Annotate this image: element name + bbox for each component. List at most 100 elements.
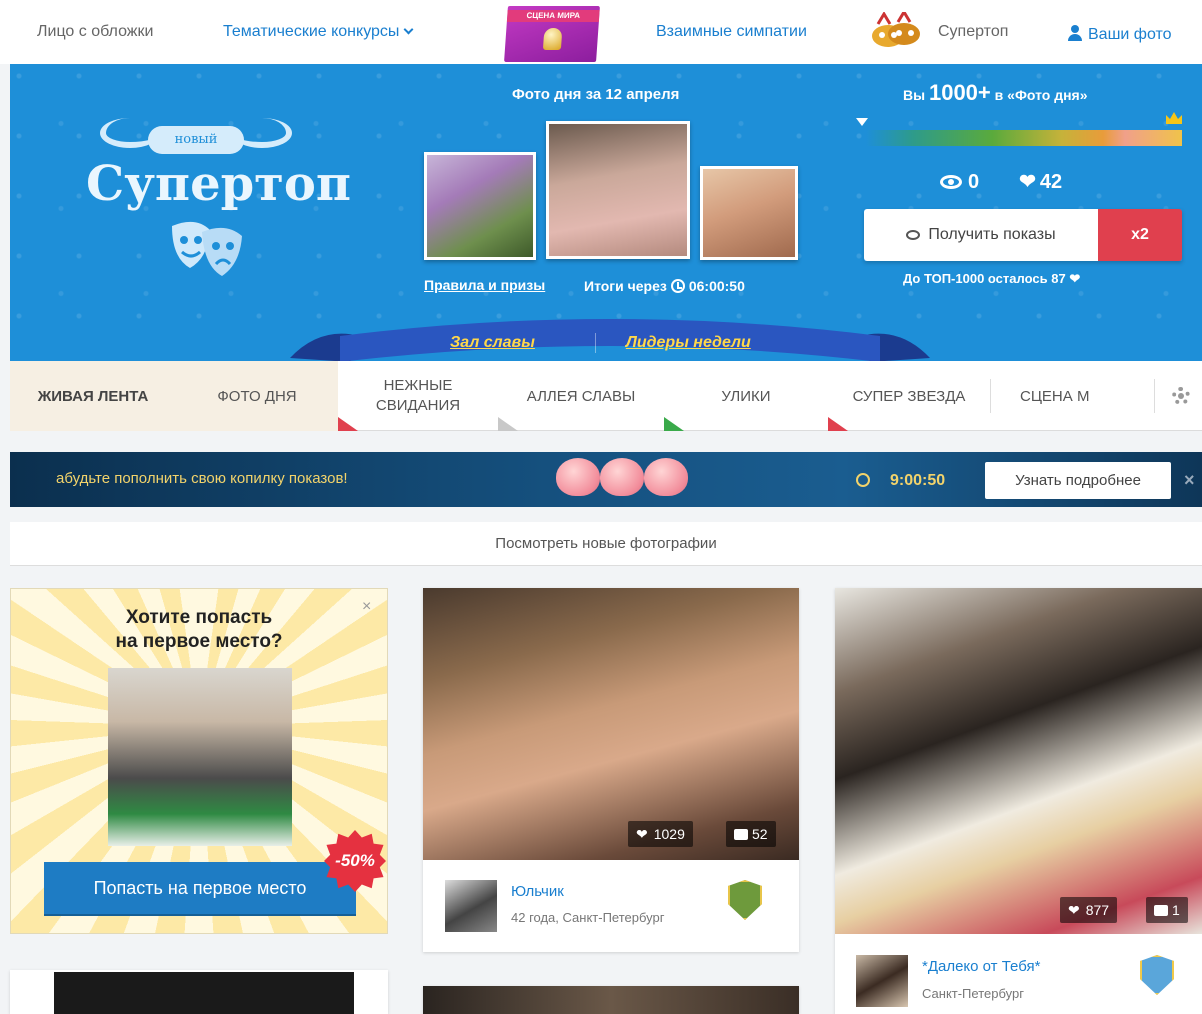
- logo-new-label: новый: [148, 126, 244, 154]
- tab-marker-grey: [498, 417, 518, 431]
- tab-tender-dates[interactable]: НЕЖНЫЕ СВИДАНИЯ: [338, 361, 498, 431]
- piggy-bank-icon: [556, 458, 600, 496]
- tab-marker-red: [828, 417, 848, 431]
- top-remaining-count: 87: [1051, 271, 1066, 286]
- clock-icon: [856, 473, 870, 487]
- photo-day-thumb-3[interactable]: [700, 166, 798, 260]
- stage-promo-image[interactable]: СЦЕНА МИРА: [504, 6, 600, 62]
- eye-icon: [940, 175, 962, 189]
- get-views-button[interactable]: Получить показы x2: [864, 209, 1182, 261]
- results-label: Итоги через: [584, 278, 667, 294]
- comments-counter: 1: [1146, 897, 1188, 923]
- results-timer: Итоги через 06:00:50: [584, 277, 745, 294]
- crown-icon: [1166, 112, 1182, 124]
- avatar[interactable]: [856, 955, 908, 1007]
- heart-icon: ❤: [1068, 901, 1080, 918]
- promo-title-line1: Хотите попасть: [125, 607, 273, 628]
- clock-icon: [670, 279, 685, 293]
- tab-alley-label: АЛЛЕЯ СЛАВЫ: [526, 387, 636, 405]
- tab-evidence[interactable]: УЛИКИ: [664, 361, 828, 431]
- tab-marker-red: [338, 417, 358, 431]
- views-count: 0: [968, 171, 980, 193]
- tab-live-feed[interactable]: ЖИВАЯ ЛЕНТА: [10, 361, 176, 431]
- avatar[interactable]: [445, 880, 497, 932]
- tab-tender-dates-line1: НЕЖНЫЕ: [383, 377, 453, 394]
- x2-multiplier-button[interactable]: x2: [1098, 209, 1182, 261]
- get-first-place-button[interactable]: Попасть на первое место: [44, 862, 356, 914]
- results-time: 06:00:50: [688, 278, 745, 294]
- tab-alley-of-fame[interactable]: АЛЛЕЯ СЛАВЫ: [498, 361, 664, 431]
- comments-counter: 52: [726, 821, 776, 847]
- gear-icon[interactable]: [1172, 387, 1190, 405]
- theatre-mask-icon[interactable]: [868, 12, 924, 52]
- photo-card-image[interactable]: [423, 588, 799, 860]
- photo-day-title: Фото дня за 12 апреля: [512, 86, 680, 103]
- close-icon[interactable]: ×: [362, 598, 371, 616]
- stats: 0 ❤ 42: [940, 169, 1062, 194]
- promo-photo: [108, 668, 292, 846]
- piggy-bank-text: абудьте пополнить свою копилку показов!: [56, 470, 348, 487]
- weekly-leaders-link[interactable]: Лидеры недели: [626, 334, 751, 351]
- section-tabs: ЖИВАЯ ЛЕНТА ФОТО ДНЯ НЕЖНЫЕ СВИДАНИЯ АЛЛЕ…: [10, 361, 1202, 431]
- eye-icon: [906, 230, 921, 240]
- tab-photo-day[interactable]: ФОТО ДНЯ: [176, 361, 338, 431]
- hall-of-fame-link[interactable]: Зал славы: [450, 334, 535, 351]
- photo-card[interactable]: [423, 986, 799, 1014]
- nav-your-photos[interactable]: Ваши фото: [1068, 23, 1172, 44]
- nav-thematic-contests[interactable]: Тематические конкурсы: [223, 23, 414, 41]
- tab-superstar-label: СУПЕР ЗВЕЗДА: [852, 387, 966, 405]
- photo-day-thumb-1[interactable]: [546, 121, 690, 259]
- likes-value: 1029: [653, 826, 685, 842]
- heart-icon: ❤: [1069, 271, 1081, 286]
- nav-mutual-likes[interactable]: Взаимные симпатии: [656, 23, 807, 41]
- nav-thematic-label: Тематические конкурсы: [223, 23, 400, 40]
- rank-progress-bar: [866, 130, 1182, 146]
- heart-icon: ❤: [636, 825, 648, 842]
- rank-status: Вы 1000+ в «Фото дня»: [903, 80, 1088, 106]
- rank-suffix: в «Фото дня»: [994, 87, 1088, 103]
- likes-counter: ❤ 877: [1060, 897, 1118, 923]
- photo-card-image[interactable]: [835, 588, 1202, 934]
- comment-icon: [734, 828, 748, 840]
- tab-marker-green: [664, 417, 684, 431]
- user-info: Санкт-Петербург: [922, 986, 1024, 1001]
- rank-prefix: Вы: [903, 87, 926, 103]
- piggy-timer: 9:00:50: [856, 471, 945, 490]
- top-1000-remaining: До ТОП-1000 осталось 87 ❤: [903, 271, 1080, 287]
- top-remaining-label: До ТОП-1000 осталось: [903, 271, 1048, 286]
- rules-and-prizes-link[interactable]: Правила и призы: [424, 277, 545, 293]
- tab-superstar[interactable]: СУПЕР ЗВЕЗДА: [828, 361, 990, 431]
- promo-title-line2: на первое место?: [115, 631, 283, 652]
- chevron-down-icon: [403, 24, 414, 35]
- close-icon[interactable]: ×: [1184, 470, 1195, 491]
- photo-card-image[interactable]: [423, 986, 799, 1014]
- view-new-photos-button[interactable]: Посмотреть новые фотографии: [10, 522, 1202, 566]
- user-name-link[interactable]: *Далеко от Тебя*: [922, 958, 1040, 975]
- photo-day-thumb-2[interactable]: [424, 152, 536, 260]
- tab-stage[interactable]: СЦЕНА М: [990, 361, 1150, 431]
- microphone-icon: [542, 28, 563, 50]
- get-views-main[interactable]: Получить показы: [864, 209, 1098, 261]
- ribbon-links: Зал славы Лидеры недели: [450, 333, 751, 353]
- piggy-bank-icon: [644, 458, 688, 496]
- learn-more-button[interactable]: Узнать подробнее: [985, 462, 1171, 499]
- photo-card-image[interactable]: [54, 972, 354, 1014]
- tab-evidence-label: УЛИКИ: [721, 387, 771, 405]
- photo-card[interactable]: [10, 970, 388, 1014]
- heart-icon: ❤: [1019, 171, 1036, 193]
- comment-icon: [1154, 904, 1168, 916]
- stage-promo-label: СЦЕНА МИРА: [506, 10, 600, 22]
- rank-value: 1000+: [928, 80, 991, 105]
- user-icon: [1068, 25, 1082, 41]
- likes-counter: ❤ 1029: [628, 821, 693, 847]
- user-name-link[interactable]: Юльчик: [511, 883, 564, 900]
- piggy-bank-icon: [600, 458, 644, 496]
- supertop-logo[interactable]: Супертоп: [86, 156, 351, 212]
- user-info: 42 года, Санкт-Петербург: [511, 910, 665, 925]
- rank-position-marker: [856, 118, 868, 126]
- comments-value: 52: [752, 826, 768, 842]
- nav-supertop[interactable]: Супертоп: [938, 23, 1008, 41]
- ribbon-divider: [594, 333, 596, 353]
- tab-divider: [1154, 379, 1155, 413]
- nav-cover-face[interactable]: Лицо с обложки: [37, 23, 153, 41]
